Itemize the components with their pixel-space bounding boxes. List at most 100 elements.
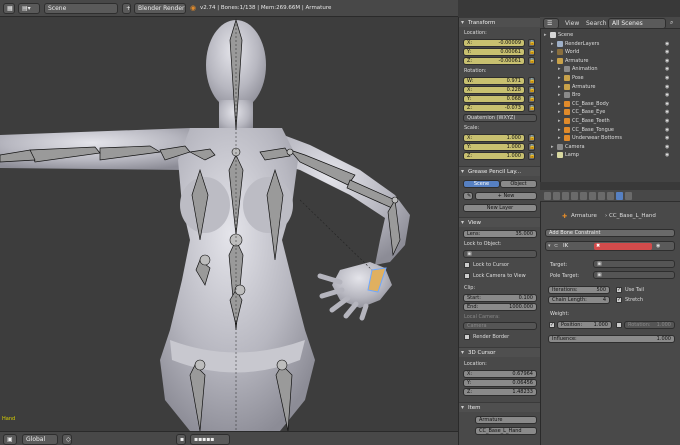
outliner-row[interactable]: ▸ Lamp ◉ xyxy=(540,151,680,160)
clip-start-field[interactable]: Start: 0.100 xyxy=(463,294,537,302)
visibility-eye-icon[interactable]: ◉ xyxy=(665,91,669,99)
render-border-checkbox[interactable] xyxy=(464,334,470,340)
data-tab-icon[interactable] xyxy=(598,192,605,200)
editor-type-icon[interactable]: ▦ xyxy=(3,3,15,14)
world-tab-icon[interactable] xyxy=(571,192,578,200)
lock-object-field[interactable]: ▣ xyxy=(463,250,537,258)
lock-to-cursor-checkbox[interactable] xyxy=(464,262,470,268)
pivot-icon[interactable]: ◇ xyxy=(62,434,72,445)
lock-icon[interactable]: 🔒 xyxy=(528,39,535,47)
visibility-eye-icon[interactable]: ◉ xyxy=(665,40,669,48)
render-tab-icon[interactable] xyxy=(544,192,551,200)
scale-z-field[interactable]: Z: 1.000 xyxy=(463,152,525,160)
rotation-z-field[interactable]: Z: -0.073 xyxy=(463,104,525,112)
location-y-field[interactable]: Y: 0.00061 xyxy=(463,48,525,56)
render-engine-select[interactable]: Blender Render xyxy=(134,3,186,14)
outliner-editor-icon[interactable]: ☰ xyxy=(543,18,559,29)
outliner-row[interactable]: ▸ Camera ◉ xyxy=(540,143,680,152)
expand-icon[interactable]: ▸ xyxy=(551,143,554,151)
screen-layout-icon[interactable]: ▤▾ xyxy=(18,3,40,14)
3d-cursor-panel-header[interactable]: 3D Cursor xyxy=(459,347,541,358)
outliner-row[interactable]: ▸ Pose ◉ xyxy=(540,74,680,83)
outliner-row[interactable]: ▸ Armature ◉ xyxy=(540,83,680,92)
collapse-icon[interactable]: ▾ xyxy=(548,243,551,249)
lock-icon[interactable]: 🔒 xyxy=(528,95,535,103)
lock-icon[interactable]: 🔒 xyxy=(528,143,535,151)
clip-end-field[interactable]: End: 1000.000 xyxy=(463,303,537,311)
outliner-row[interactable]: ▸ Bro ◉ xyxy=(540,91,680,100)
item-panel-header[interactable]: Item xyxy=(459,402,541,413)
add-bone-constraint-button[interactable]: Add Bone Constraint xyxy=(545,229,675,237)
expand-icon[interactable]: ▸ xyxy=(551,57,554,65)
rotation-w-field[interactable]: W: 0.971 xyxy=(463,77,525,85)
stretch-checkbox[interactable]: ✓ xyxy=(616,297,622,303)
weight-position-field[interactable]: Position: 1.000 xyxy=(557,321,612,329)
location-x-field[interactable]: X: -0.00009 xyxy=(463,39,525,47)
outliner-row[interactable]: ▸ Animation ◉ xyxy=(540,65,680,74)
use-tail-checkbox[interactable]: ✓ xyxy=(616,287,622,293)
outliner-row[interactable]: ▸ CC_Base_Tongue ◉ xyxy=(540,126,680,135)
layers-buttons[interactable]: ▪▪▪▪▪ xyxy=(190,434,230,445)
bone-tab-icon[interactable] xyxy=(607,192,614,200)
expand-icon[interactable]: ▸ xyxy=(558,117,561,125)
add-scene-button[interactable]: + xyxy=(122,3,131,14)
item-bone-field[interactable]: CC_Base_L_Hand xyxy=(475,427,537,435)
expand-icon[interactable]: ▸ xyxy=(544,31,547,39)
expand-icon[interactable]: ▸ xyxy=(558,126,561,134)
expand-icon[interactable]: ▸ xyxy=(558,134,561,142)
cursor-x-field[interactable]: X: 0.67964 xyxy=(463,370,537,378)
transform-panel-header[interactable]: Transform xyxy=(459,17,541,28)
layer-icon[interactable]: ▪ xyxy=(176,434,186,445)
gp-new-layer-button[interactable]: New Layer xyxy=(463,204,537,212)
visibility-eye-icon[interactable]: ◉ xyxy=(665,83,669,91)
lens-field[interactable]: Lens: 35.000 xyxy=(463,230,537,238)
expand-icon[interactable]: ▸ xyxy=(558,108,561,116)
bone-constraints-tab-icon[interactable] xyxy=(616,192,623,200)
outliner-view-menu[interactable]: View xyxy=(565,20,579,27)
outliner-filter-select[interactable]: All Scenes xyxy=(608,18,666,29)
lock-icon[interactable]: 🔒 xyxy=(528,104,535,112)
ik-name-field[interactable]: ✖ xyxy=(594,243,652,250)
visibility-eye-icon[interactable]: ◉ xyxy=(665,74,669,82)
outliner-search-icon[interactable]: ⌕ xyxy=(670,19,673,27)
gp-object-button[interactable]: Object xyxy=(500,180,537,188)
outliner-row[interactable]: ▸ Underwear Bottoms ◉ xyxy=(540,134,680,143)
location-z-field[interactable]: Z: -0.00061 xyxy=(463,57,525,65)
lock-icon[interactable]: 🔒 xyxy=(528,77,535,85)
lock-icon[interactable]: 🔒 xyxy=(528,152,535,160)
cursor-y-field[interactable]: Y: 0.06456 xyxy=(463,379,537,387)
expand-icon[interactable]: ▸ xyxy=(558,65,561,73)
outliner-row[interactable]: ▸ World ◉ xyxy=(540,48,680,57)
expand-icon[interactable]: ▸ xyxy=(551,151,554,159)
lock-icon[interactable]: 🔒 xyxy=(528,134,535,142)
lock-camera-checkbox[interactable] xyxy=(464,273,470,279)
3d-viewport[interactable] xyxy=(0,17,458,432)
outliner-row[interactable]: ▸ RenderLayers ◉ xyxy=(540,40,680,49)
lock-icon[interactable]: 🔒 xyxy=(528,57,535,65)
object-tab-icon[interactable] xyxy=(580,192,587,200)
expand-icon[interactable]: ▸ xyxy=(558,74,561,82)
expand-icon[interactable]: ▸ xyxy=(551,48,554,56)
visibility-eye-icon[interactable]: ◉ xyxy=(656,243,660,249)
expand-icon[interactable]: ▸ xyxy=(558,91,561,99)
outliner-row[interactable]: ▸ Scene xyxy=(540,31,680,40)
grease-pencil-panel-header[interactable]: Grease Pencil Lay... xyxy=(459,166,541,177)
visibility-eye-icon[interactable]: ◉ xyxy=(665,134,669,142)
rotation-mode-select[interactable]: Quaternion (WXYZ) xyxy=(463,114,537,122)
weight-rotation-field[interactable]: Rotation: 1.000 xyxy=(624,321,675,329)
gp-new-button[interactable]: + New xyxy=(475,192,537,200)
influence-field[interactable]: Influence: 1.000 xyxy=(548,335,675,343)
visibility-eye-icon[interactable]: ◉ xyxy=(665,117,669,125)
scene-selector[interactable]: Scene xyxy=(44,3,118,14)
position-checkbox[interactable]: ✓ xyxy=(549,322,555,328)
rotation-x-field[interactable]: X: 0.228 xyxy=(463,86,525,94)
outliner-row[interactable]: ▸ CC_Base_Eye ◉ xyxy=(540,108,680,117)
visibility-eye-icon[interactable]: ◉ xyxy=(665,57,669,65)
texture-tab-icon[interactable] xyxy=(625,192,632,200)
scene-tab-icon[interactable] xyxy=(562,192,569,200)
item-armature-field[interactable]: Armature xyxy=(475,416,537,424)
pole-target-field[interactable]: ▣ xyxy=(593,271,675,279)
rotation-y-field[interactable]: Y: 0.068 xyxy=(463,95,525,103)
rotation-checkbox[interactable] xyxy=(616,322,622,328)
constraints-tab-icon[interactable] xyxy=(589,192,596,200)
